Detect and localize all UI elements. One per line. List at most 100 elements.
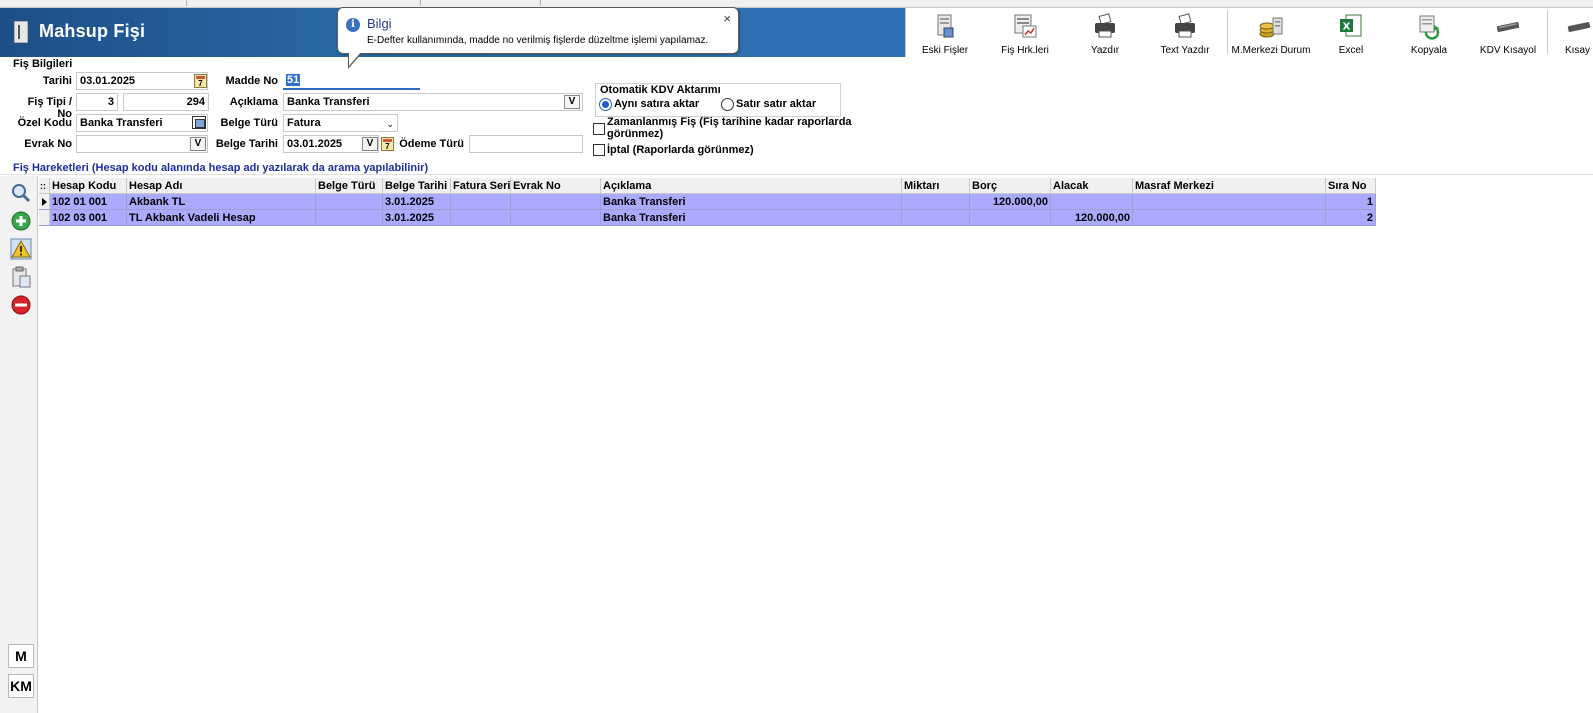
vat-shortcut-icon	[1494, 12, 1522, 40]
slip-no-field[interactable]: 294	[123, 93, 209, 111]
cell-document-date[interactable]: 3.01.2025	[383, 210, 451, 226]
cell-account-name[interactable]: TL Akbank Vadeli Hesap	[127, 210, 316, 226]
cell-row-no[interactable]: 1	[1326, 194, 1376, 210]
chevron-down-icon: ⌄	[386, 119, 394, 129]
warning-icon[interactable]	[9, 237, 33, 261]
document-date-dropdown-button[interactable]: V	[362, 137, 378, 151]
col-debit[interactable]: Borç	[970, 178, 1051, 194]
col-account-name[interactable]: Hesap Adı	[127, 178, 316, 194]
cancel-checkbox[interactable]	[593, 144, 605, 156]
cost-center-status-button[interactable]: M.Merkezi Durum	[1228, 10, 1314, 56]
special-code-field[interactable]: Banka Transferi	[76, 114, 208, 132]
calendar-icon[interactable]: 7	[194, 74, 207, 88]
cell-cost-center[interactable]	[1133, 194, 1326, 210]
description-dropdown-button[interactable]: V	[564, 95, 580, 109]
cell-quantity[interactable]	[902, 194, 970, 210]
old-slips-label: Eski Fişler	[921, 45, 969, 56]
cell-account-code[interactable]: 102 01 001	[50, 194, 127, 210]
copy-button[interactable]: Kopyala	[1388, 10, 1470, 56]
cell-credit[interactable]: 120.000,00	[1051, 210, 1133, 226]
copy-icon	[1415, 12, 1443, 40]
section-title: Fiş Bilgileri	[13, 58, 73, 70]
radio-same-row[interactable]	[599, 98, 612, 111]
document-type-select[interactable]: Fatura ⌄	[283, 114, 398, 132]
tooltip-title: Bilgi	[367, 16, 392, 31]
tooltip-message: E-Defter kullanımında, madde no verilmiş…	[367, 35, 709, 46]
vat-shortcut-button[interactable]: KDV Kısayol	[1470, 10, 1546, 56]
col-description[interactable]: Açıklama	[601, 178, 902, 194]
col-cost-center[interactable]: Masraf Merkezi	[1133, 178, 1326, 194]
payment-type-field[interactable]	[469, 135, 583, 153]
search-icon[interactable]	[9, 181, 33, 205]
divider	[0, 174, 1593, 175]
picture-icon[interactable]	[192, 116, 206, 129]
col-invoice-series[interactable]: Fatura Seri	[451, 178, 511, 194]
copy-label: Kopyala	[1410, 45, 1448, 56]
cell-description[interactable]: Banka Transferi	[601, 210, 902, 226]
date-value: 03.01.2025	[80, 75, 136, 87]
item-no-field[interactable]: 51	[283, 72, 420, 90]
slip-movements-button[interactable]: Fiş Hrk.leri	[984, 10, 1066, 56]
date-field[interactable]: 03.01.2025	[76, 72, 208, 90]
cell-debit[interactable]: 120.000,00	[970, 194, 1051, 210]
voucher-no-dropdown-button[interactable]: V	[190, 137, 206, 151]
vat-transfer-title: Otomatik KDV Aktarımı	[600, 84, 721, 96]
cell-document-type[interactable]	[316, 194, 383, 210]
slip-no-value: 294	[186, 96, 205, 108]
col-document-type[interactable]: Belge Türü	[316, 178, 383, 194]
old-slips-icon	[931, 12, 959, 40]
slip-type-field[interactable]: 3	[76, 93, 118, 111]
voucher-no-field[interactable]	[76, 135, 208, 153]
indicator-header: ::	[39, 178, 50, 194]
cost-center-status-label: M.Merkezi Durum	[1231, 45, 1311, 56]
cell-credit[interactable]	[1051, 194, 1133, 210]
clipboard-icon[interactable]	[9, 265, 33, 289]
calendar-icon[interactable]: 7	[381, 137, 394, 151]
col-credit[interactable]: Alacak	[1051, 178, 1133, 194]
col-account-code[interactable]: Hesap Kodu	[50, 178, 127, 194]
delete-icon[interactable]	[9, 293, 33, 317]
cell-document-date[interactable]: 3.01.2025	[383, 194, 451, 210]
cell-quantity[interactable]	[902, 210, 970, 226]
cell-row-no[interactable]: 2	[1326, 210, 1376, 226]
cell-account-name[interactable]: Akbank TL	[127, 194, 316, 210]
excel-button[interactable]: X Excel	[1314, 10, 1388, 56]
cell-cost-center[interactable]	[1133, 210, 1326, 226]
col-document-date[interactable]: Belge Tarihi	[383, 178, 451, 194]
cell-document-type[interactable]	[316, 210, 383, 226]
cell-invoice-series[interactable]	[451, 210, 511, 226]
radio-row-by-row[interactable]	[721, 98, 734, 111]
cell-invoice-series[interactable]	[451, 194, 511, 210]
shortcut-button[interactable]: Kısay	[1549, 10, 1593, 56]
old-slips-button[interactable]: Eski Fişler	[906, 10, 984, 56]
text-printer-icon	[1171, 12, 1199, 40]
description-field[interactable]: Banka Transferi	[283, 93, 583, 111]
row-pointer-arrow-icon	[42, 198, 47, 206]
col-quantity[interactable]: Miktarı	[902, 178, 970, 194]
row-pointer	[39, 194, 50, 210]
print-button[interactable]: Yazdır	[1066, 10, 1144, 56]
cell-voucher-no[interactable]	[511, 210, 601, 226]
info-icon: i	[346, 18, 360, 32]
close-icon[interactable]: ×	[723, 11, 731, 26]
payment-type-label: Ödeme Türü	[399, 138, 464, 150]
slip-movements-icon	[1011, 12, 1039, 40]
km-button[interactable]: KM	[8, 674, 34, 698]
document-type-label: Belge Türü	[220, 117, 278, 129]
tab-edge	[420, 0, 421, 6]
scheduled-slip-checkbox[interactable]	[593, 123, 605, 135]
cell-voucher-no[interactable]	[511, 194, 601, 210]
radio-same-row-label: Aynı satıra aktar	[614, 98, 700, 110]
info-tooltip: i Bilgi E-Defter kullanımında, madde no …	[337, 7, 739, 69]
text-print-label: Text Yazdır	[1160, 45, 1210, 56]
shortcut-label: Kısay	[1565, 45, 1591, 56]
cell-description[interactable]: Banka Transferi	[601, 194, 902, 210]
m-button[interactable]: M	[8, 644, 34, 668]
col-row-no[interactable]: Sıra No	[1326, 178, 1376, 194]
cell-debit[interactable]	[970, 210, 1051, 226]
cell-account-code[interactable]: 102 03 001	[50, 210, 127, 226]
col-voucher-no[interactable]: Evrak No	[511, 178, 601, 194]
add-icon[interactable]	[9, 209, 33, 233]
item-no-value: 51	[286, 74, 301, 86]
text-print-button[interactable]: Text Yazdır	[1144, 10, 1226, 56]
